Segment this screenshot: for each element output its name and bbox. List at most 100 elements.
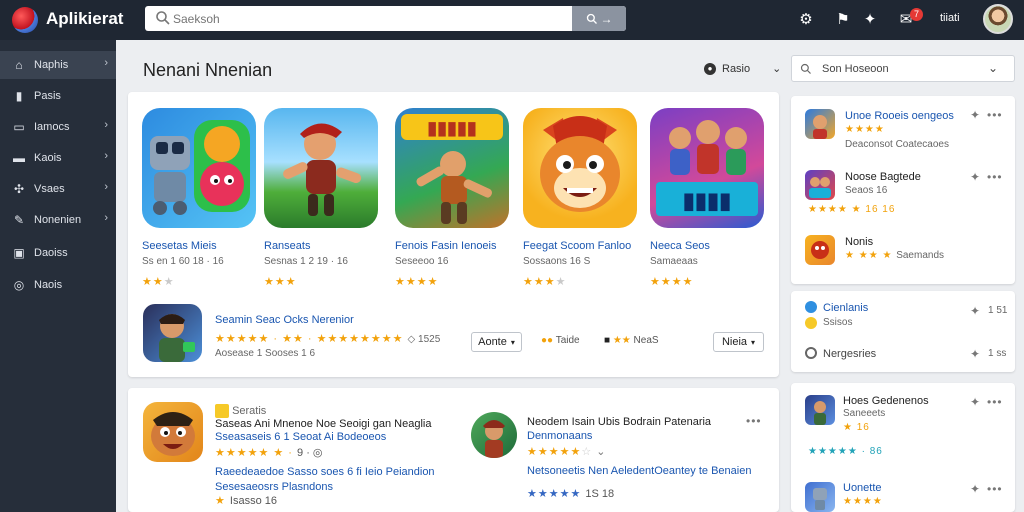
app-meta: Sossaons 16 S — [523, 256, 591, 267]
featured-app-icon[interactable] — [143, 304, 202, 362]
mini-stat-1: ●● Taide — [541, 335, 580, 346]
more-options-icon[interactable]: ••• — [987, 108, 1003, 122]
search-icon — [800, 63, 811, 74]
app-logo-icon[interactable] — [12, 7, 38, 33]
pin-icon[interactable]: ✦ — [970, 395, 980, 409]
app-name[interactable]: Uonette — [843, 482, 882, 494]
list-item-subtitle[interactable]: Denmonaans — [527, 430, 592, 442]
app-name[interactable]: Feegat Scoom Fanloo — [523, 240, 631, 252]
app-name[interactable]: Nonis — [845, 236, 873, 248]
sidebar-item-3[interactable]: ▭ Iamocs › — [0, 113, 116, 141]
bookmark-icon[interactable]: ⚑ — [833, 10, 853, 30]
list-item-title[interactable]: Saseas Ani Mnenoe Noe Seoigi gan Neaglia — [215, 418, 431, 430]
app-meta: Seaos 16 — [845, 185, 888, 196]
app-icon-fox[interactable] — [523, 108, 637, 228]
more-options-icon[interactable]: ••• — [987, 170, 1003, 184]
sidebar-item-4[interactable]: ▬ Kaois › — [0, 144, 116, 172]
sidebar-item-5[interactable]: ✣ Vsaes › — [0, 175, 116, 203]
app-icon[interactable] — [805, 170, 835, 200]
app-name[interactable]: Ranseats — [264, 240, 310, 252]
more-options-icon[interactable]: ••• — [987, 395, 1003, 409]
app-meta: Samaeaas — [650, 256, 698, 267]
info-icon — [805, 301, 817, 313]
list-item-title[interactable]: Neodem Isain Ubis Bodrain Patenaria — [527, 416, 711, 428]
rating-stars: ★★★★ — [843, 496, 883, 507]
chevron-right-icon: › — [104, 150, 108, 162]
sidebar-item-label: Iamocs — [34, 121, 70, 133]
list-app-icon-2[interactable] — [471, 412, 517, 458]
category-name[interactable]: Nergesries — [823, 348, 876, 360]
app-meta: Sesnas 1 2 19 · 16 — [264, 256, 348, 267]
app-meta: Seseeoo 16 — [395, 256, 449, 267]
sidebar-item-label: Pasis — [34, 90, 61, 102]
sort-icon: ● — [704, 62, 716, 75]
user-name[interactable]: tiiati — [940, 12, 960, 24]
rating-stars: ★ ★★ ★ Saemands — [845, 250, 945, 261]
rating-stars: ★★★★ — [395, 276, 439, 288]
app-name[interactable]: Noose Bagtede — [845, 171, 921, 183]
featured-action-button[interactable]: Aonte ▾ — [471, 332, 522, 352]
pin-icon[interactable]: ✦ — [970, 482, 980, 496]
search-button[interactable]: → — [572, 6, 626, 31]
pin-icon[interactable]: ✦ — [970, 347, 980, 361]
app-icon[interactable] — [805, 395, 835, 425]
rating-stars: ★★★★ — [845, 124, 885, 135]
sort-dropdown[interactable]: ● Rasio ⌄ — [704, 62, 781, 75]
app-icon-fighter[interactable]: ▮▮▮▮▮ — [395, 108, 509, 228]
pin-icon[interactable]: ✦ — [860, 10, 880, 30]
filter-select-label: Son Hoseoon — [822, 63, 889, 75]
gear-icon[interactable]: ⚙ — [796, 10, 816, 30]
button-label: Nieia — [721, 336, 748, 348]
app-meta: Deaconsot Coatecaoes — [845, 139, 949, 150]
avatar[interactable] — [983, 4, 1013, 34]
sidebar: ⌂ Naphis › ▮ Pasis ▭ Iamocs › ▬ Kaois › … — [0, 40, 116, 512]
app-icon[interactable] — [805, 235, 835, 265]
pin-icon[interactable]: ✦ — [970, 108, 980, 122]
filter-select[interactable]: Son Hoseoon ⌄ — [791, 55, 1015, 82]
sidebar-item-6[interactable]: ✎ Nonenien › — [0, 206, 116, 234]
pin-icon[interactable]: ✦ — [970, 304, 980, 318]
app-name[interactable]: Hoes Gedenenos — [843, 395, 929, 407]
list-item-description[interactable]: Raeedeaedoe Sasso soes 6 fi Ieio Peiandi… — [215, 466, 435, 478]
chevron-right-icon: › — [104, 57, 108, 69]
tools-icon: ✎ — [13, 213, 25, 227]
more-options-icon[interactable]: ••• — [987, 482, 1003, 496]
app-name[interactable]: Fenois Fasin Ienoeis — [395, 240, 497, 252]
list-item-description-2[interactable]: Sesesaeosrs Plasndons — [215, 481, 333, 493]
mini-stat-2: ■ ★★ NeaS — [604, 335, 659, 346]
sidebar-item-8[interactable]: ◎ Naois — [0, 271, 116, 299]
list-item-tag: Seratis — [215, 404, 266, 418]
rating-stars: ★★★★★ · ★★ · ★★★★★★★★ — [215, 333, 404, 345]
sidebar-item-home[interactable]: ⌂ Naphis › — [0, 51, 116, 79]
search-button-label: → — [600, 11, 613, 26]
chevron-down-icon: ⌄ — [772, 63, 782, 75]
sidebar-item-2[interactable]: ▮ Pasis — [0, 82, 116, 110]
app-icon-pirate[interactable] — [264, 108, 378, 228]
featured-app-name[interactable]: Seamin Seac Ocks Nerenior — [215, 314, 354, 326]
category-name[interactable]: Cienlanis — [823, 302, 868, 314]
category-count: 1 ss — [988, 348, 1007, 359]
app-icon[interactable] — [805, 482, 835, 512]
list-item-subtitle[interactable]: Sseasaseis 6 1 Seoat Ai Bodeoeos — [215, 431, 386, 443]
app-name[interactable]: Unoe Rooeis oengeos — [845, 110, 954, 122]
app-icon-heroes[interactable]: ▮▮▮▮ — [650, 108, 764, 228]
rating-stars: ★★★ — [142, 276, 175, 288]
featured-install-button[interactable]: Nieia ▾ — [713, 332, 764, 352]
rating-stars: ★★★★ ★ 16 16 — [808, 204, 896, 215]
list-app-icon-1[interactable] — [143, 402, 203, 462]
app-name[interactable]: Seesetas Mieis — [142, 240, 217, 252]
file-icon: ▬ — [13, 151, 25, 165]
app-name[interactable]: Neeca Seos — [650, 240, 710, 252]
search-input[interactable] — [173, 6, 569, 31]
sidebar-item-7[interactable]: ▣ Daoiss — [0, 239, 116, 267]
category-count: 1 51 — [988, 305, 1008, 316]
more-options-icon[interactable]: ••• — [746, 414, 762, 428]
app-icon[interactable] — [805, 109, 835, 139]
rating-stars: ★★★★ — [523, 276, 567, 288]
lock-icon: ■ — [604, 335, 611, 346]
pin-icon[interactable]: ✦ — [970, 170, 980, 184]
search-icon — [586, 13, 597, 24]
chevron-down-icon: ▾ — [510, 337, 515, 347]
app-meta: Ss en 1 60 18 · 16 — [142, 256, 224, 267]
app-icon-robots[interactable] — [142, 108, 256, 228]
